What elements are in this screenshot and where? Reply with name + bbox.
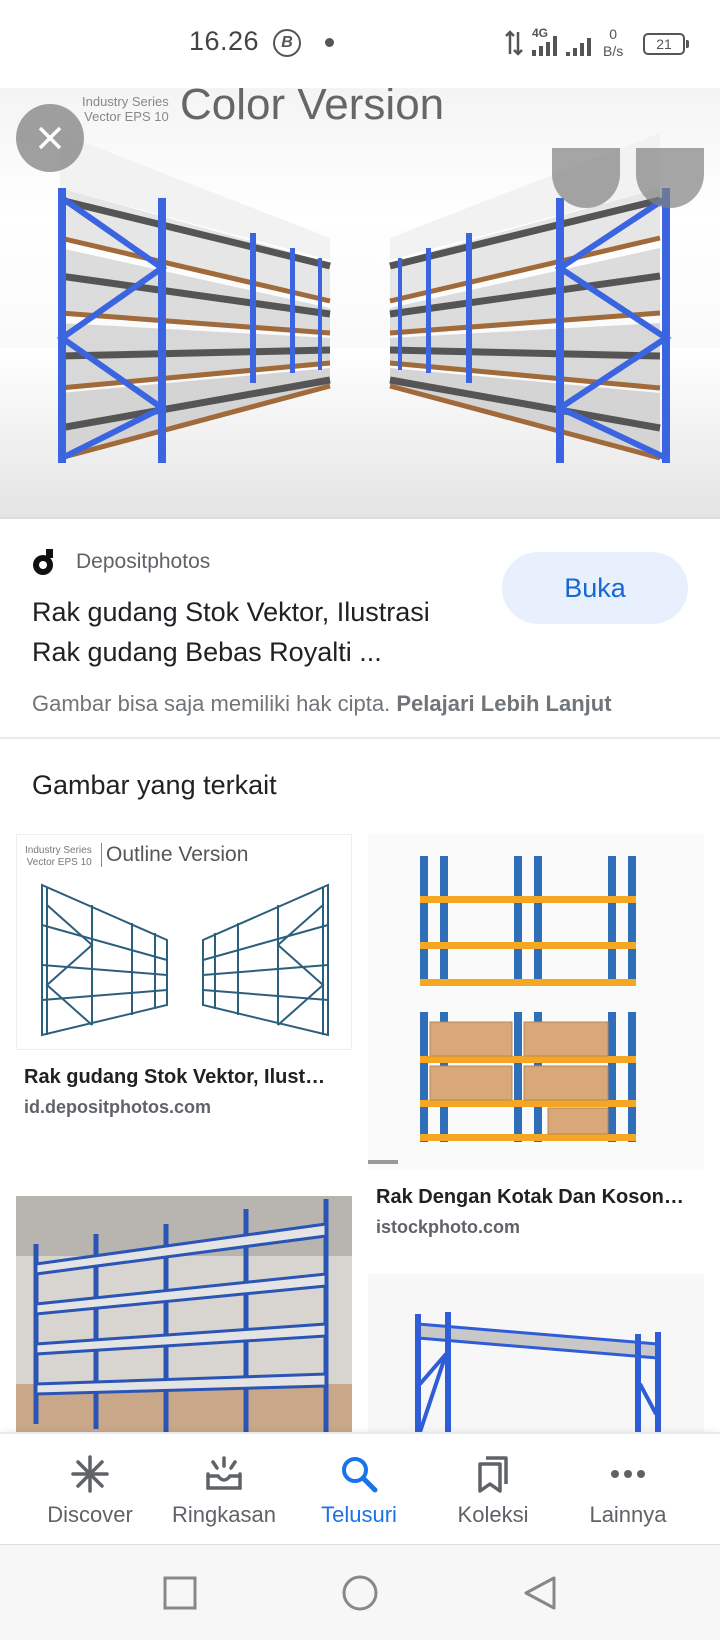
triangle-back-icon	[524, 1576, 556, 1610]
related-thumbnail	[16, 1154, 352, 1432]
status-time: 16.26	[189, 26, 260, 56]
hero-series-line2: Vector EPS 10	[84, 109, 169, 124]
related-site: istockphoto.com	[376, 1217, 521, 1237]
asterisk-icon	[68, 1452, 112, 1496]
thumb-series-line2: Vector EPS 10	[26, 857, 92, 868]
close-button[interactable]	[16, 104, 84, 172]
speed-value: 0	[609, 26, 618, 42]
square-icon	[163, 1576, 197, 1610]
hero-series-line1: Industry Series	[82, 94, 169, 109]
related-card[interactable]: Rak Dengan Kotak Dan Koson… istockphoto.…	[368, 834, 704, 1238]
collections-icon	[471, 1452, 515, 1496]
nav-discover[interactable]: Discover	[18, 1434, 162, 1546]
related-card[interactable]: Industry Series Vector EPS 10 Outline Ve…	[16, 834, 352, 1118]
learn-more-link[interactable]: Pelajari Lebih Lanjut	[396, 691, 611, 716]
hero-series-label: Industry Series Vector EPS 10	[82, 94, 169, 124]
nav-label: Telusuri	[321, 1502, 397, 1527]
circle-icon	[342, 1575, 378, 1611]
related-thumbnail	[368, 1274, 704, 1432]
related-card[interactable]	[16, 1154, 352, 1432]
speed-unit: B/s	[603, 43, 624, 59]
thumb-series-line1: Industry Series	[25, 845, 92, 856]
back-button[interactable]	[516, 1569, 564, 1617]
related-title: Rak Dengan Kotak Dan Koson…	[376, 1186, 684, 1208]
home-button[interactable]	[336, 1569, 384, 1617]
battery-icon: 21	[643, 33, 689, 55]
depositphotos-logo-icon	[33, 549, 53, 575]
network-speed: 0 B/s	[603, 26, 623, 60]
signal-icon	[532, 36, 591, 56]
hero-divider	[0, 517, 720, 519]
related-card[interactable]	[368, 1274, 704, 1432]
orange-blue-rack-illustration	[368, 856, 636, 1164]
nav-label: Lainnya	[589, 1502, 667, 1527]
nav-lainnya[interactable]: Lainnya	[556, 1434, 700, 1546]
thumb-caption: Outline Version	[101, 843, 248, 867]
copyright-notice: Gambar bisa saja memiliki hak cipta. Pel…	[32, 691, 612, 717]
data-transfer-icon	[505, 30, 523, 56]
related-site: id.depositphotos.com	[24, 1097, 211, 1117]
source-name: Depositphotos	[76, 550, 211, 573]
related-heading: Gambar yang terkait	[32, 770, 277, 800]
more-icon	[606, 1452, 650, 1496]
warehouse-photo	[16, 1196, 352, 1432]
related-title: Rak gudang Stok Vektor, Ilust…	[24, 1066, 326, 1088]
thumb-series-label: Industry Series Vector EPS 10	[25, 845, 92, 869]
nav-telusuri[interactable]: Telusuri	[287, 1434, 431, 1546]
source-row[interactable]: Depositphotos	[32, 548, 210, 576]
section-divider	[0, 737, 720, 739]
nav-label: Ringkasan	[172, 1502, 276, 1527]
battery-level: 21	[656, 36, 672, 52]
recents-button[interactable]	[156, 1569, 204, 1617]
nav-label: Koleksi	[457, 1502, 529, 1527]
system-navigation-bar	[0, 1544, 720, 1640]
b-circle-icon: B	[273, 29, 301, 57]
single-rack-illustration	[415, 1312, 661, 1432]
related-thumbnail	[368, 834, 704, 1170]
search-icon	[337, 1452, 381, 1496]
nav-koleksi[interactable]: Koleksi	[421, 1434, 565, 1546]
close-icon	[38, 126, 62, 150]
bottom-navigation: Discover Ringkasan Telusuri Koleksi Lain…	[0, 1432, 720, 1544]
nav-ringkasan[interactable]: Ringkasan	[152, 1434, 296, 1546]
hero-caption: Color Version	[180, 88, 445, 129]
copyright-text: Gambar bisa saja memiliki hak cipta.	[32, 691, 391, 716]
notification-dot-icon	[325, 38, 334, 47]
related-thumbnail: Industry Series Vector EPS 10 Outline Ve…	[16, 834, 352, 1050]
status-bar: 16.26 B 4G 0 B/s 21	[0, 0, 720, 88]
open-button[interactable]: Buka	[502, 552, 688, 624]
nav-label: Discover	[47, 1502, 133, 1527]
result-title[interactable]: Rak gudang Stok Vektor, Ilustrasi Rak gu…	[32, 592, 482, 672]
hero-image[interactable]: Industry Series Vector EPS 10 Color Vers…	[0, 88, 720, 518]
summary-icon	[202, 1452, 246, 1496]
